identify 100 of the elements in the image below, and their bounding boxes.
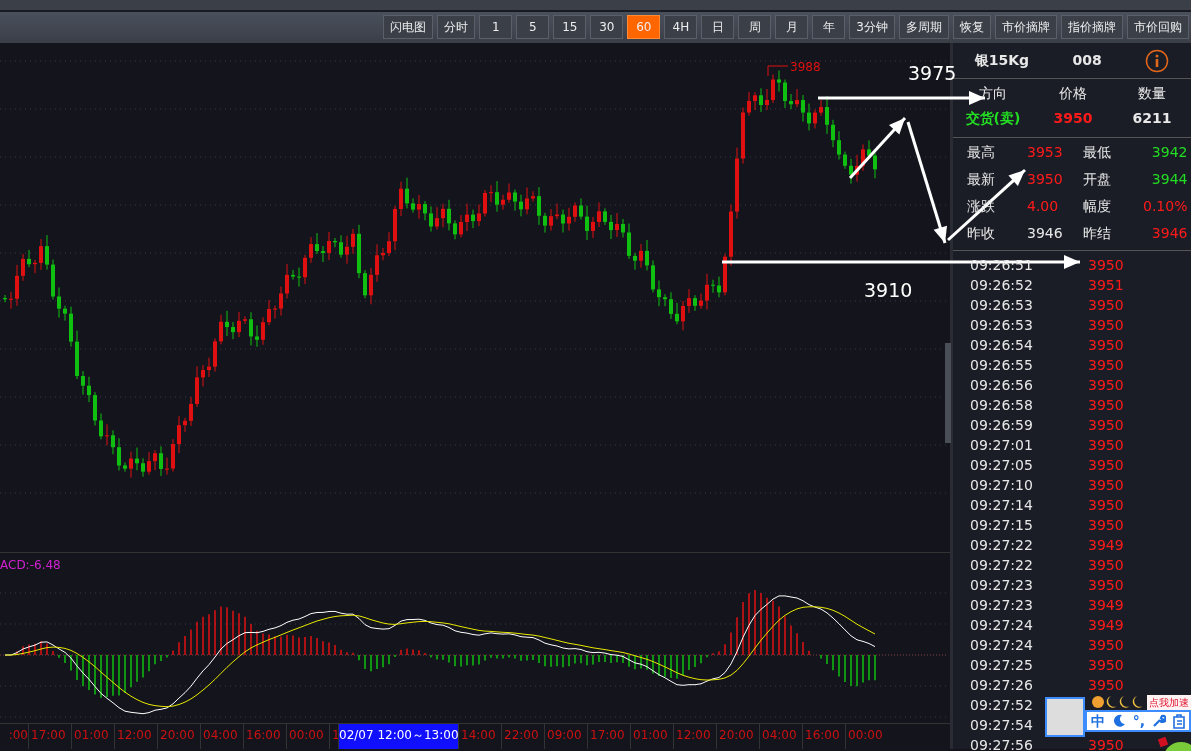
punctuation-toggle[interactable]: °, <box>1132 710 1146 732</box>
candle <box>27 249 31 268</box>
stat-label: 最高 <box>967 143 996 162</box>
time-axis-label: 09:00 <box>544 724 587 749</box>
time-axis-label: 04:00 <box>759 724 802 749</box>
period-button[interactable]: 3分钟 <box>849 15 895 39</box>
candle <box>21 253 25 282</box>
period-button[interactable]: 闪电图 <box>383 15 434 39</box>
candle <box>459 214 463 238</box>
tick-price: 3950 <box>1088 676 1124 695</box>
candle <box>207 357 211 378</box>
avatar-placeholder[interactable] <box>1045 697 1085 737</box>
candle <box>129 451 133 479</box>
candle <box>345 235 349 265</box>
tick-price: 3950 <box>1088 296 1124 315</box>
period-button[interactable]: 指价摘牌 <box>1061 15 1123 39</box>
candle <box>537 186 541 226</box>
candle <box>849 158 853 185</box>
period-button[interactable]: 5 <box>516 15 550 39</box>
tick-time: 09:26:52 <box>970 276 1033 295</box>
candle <box>99 413 103 440</box>
candle <box>315 232 319 255</box>
time-axis-label: 12:00 <box>673 724 716 749</box>
candle <box>147 451 151 476</box>
candle <box>117 437 121 471</box>
candle <box>351 228 355 255</box>
candle <box>87 376 91 403</box>
period-button[interactable]: 日 <box>701 15 735 39</box>
candle <box>183 417 187 433</box>
info-icon[interactable] <box>1145 48 1170 73</box>
price-annotation: 3975 <box>908 61 957 86</box>
tick-time: 09:27:10 <box>970 476 1033 495</box>
period-button[interactable]: 周 <box>738 15 772 39</box>
period-button[interactable]: 市价回购 <box>1127 15 1189 39</box>
candle <box>279 286 283 317</box>
candle <box>861 143 865 172</box>
time-axis-label: 12:00 <box>114 724 157 749</box>
candle <box>699 293 703 310</box>
tick-price: 3949 <box>1088 596 1124 615</box>
candle <box>609 214 613 240</box>
time-axis-label: 14:00 <box>458 724 501 749</box>
moon-icon[interactable] <box>1111 714 1126 728</box>
period-button[interactable]: 月 <box>775 15 809 39</box>
time-axis-label: 17:00 <box>28 724 71 749</box>
candle <box>429 205 433 233</box>
panel-collapse-handle[interactable] <box>945 343 951 443</box>
candle <box>213 337 217 373</box>
tick-time: 09:27:25 <box>970 656 1033 675</box>
wrench-icon[interactable] <box>1152 714 1167 728</box>
clipboard-icon[interactable] <box>1173 713 1186 729</box>
period-button[interactable]: 市价摘牌 <box>995 15 1057 39</box>
candle <box>687 288 691 314</box>
period-button[interactable]: 多周期 <box>899 15 949 39</box>
candle <box>81 370 85 396</box>
promo-badge[interactable]: 点我加速 <box>1147 695 1191 710</box>
candle <box>339 234 343 259</box>
tick-time: 09:27:54 <box>970 716 1033 735</box>
candle <box>201 364 205 387</box>
time-cursor-label: 02/07 12:00～13:00 <box>338 724 458 749</box>
period-button[interactable]: 年 <box>812 15 846 39</box>
candle <box>273 305 277 320</box>
tick-price: 3950 <box>1088 736 1124 751</box>
candle <box>441 203 445 228</box>
period-button[interactable]: 30 <box>590 15 624 39</box>
period-button[interactable]: 1 <box>479 15 513 39</box>
period-button[interactable]: 4H <box>664 15 698 39</box>
candle <box>723 253 727 296</box>
tick-price: 3949 <box>1088 536 1124 555</box>
tick-price: 3950 <box>1088 316 1124 335</box>
candle <box>543 212 547 234</box>
tick-price: 3949 <box>1088 616 1124 635</box>
time-axis-label: :00 <box>7 727 28 744</box>
candle <box>219 314 223 345</box>
candle <box>801 94 805 123</box>
candle <box>759 87 763 113</box>
period-button[interactable]: 分时 <box>437 15 476 39</box>
candle <box>393 205 397 251</box>
candle <box>255 324 259 348</box>
period-button[interactable]: 恢复 <box>953 15 991 39</box>
stat-label: 幅度 <box>1083 197 1112 216</box>
candle <box>111 429 115 455</box>
candle <box>33 259 37 274</box>
input-mode-toggle[interactable]: 中 <box>1090 710 1105 732</box>
candle <box>423 200 427 221</box>
stat-value: 3942 <box>1150 143 1188 162</box>
time-axis-label: 00:00 <box>845 724 888 749</box>
candle <box>435 206 439 231</box>
candle <box>333 237 337 248</box>
candle <box>765 88 769 111</box>
candle <box>453 219 457 240</box>
candle <box>105 423 109 446</box>
candle <box>327 231 331 261</box>
stat-label: 昨结 <box>1083 224 1112 243</box>
period-button[interactable]: 15 <box>553 15 587 39</box>
candle <box>525 186 529 215</box>
stat-value: 3946 <box>1150 224 1188 243</box>
tick-price: 3950 <box>1088 256 1124 275</box>
tick-price: 3950 <box>1088 556 1124 575</box>
candle <box>471 209 475 229</box>
candle <box>237 311 241 338</box>
